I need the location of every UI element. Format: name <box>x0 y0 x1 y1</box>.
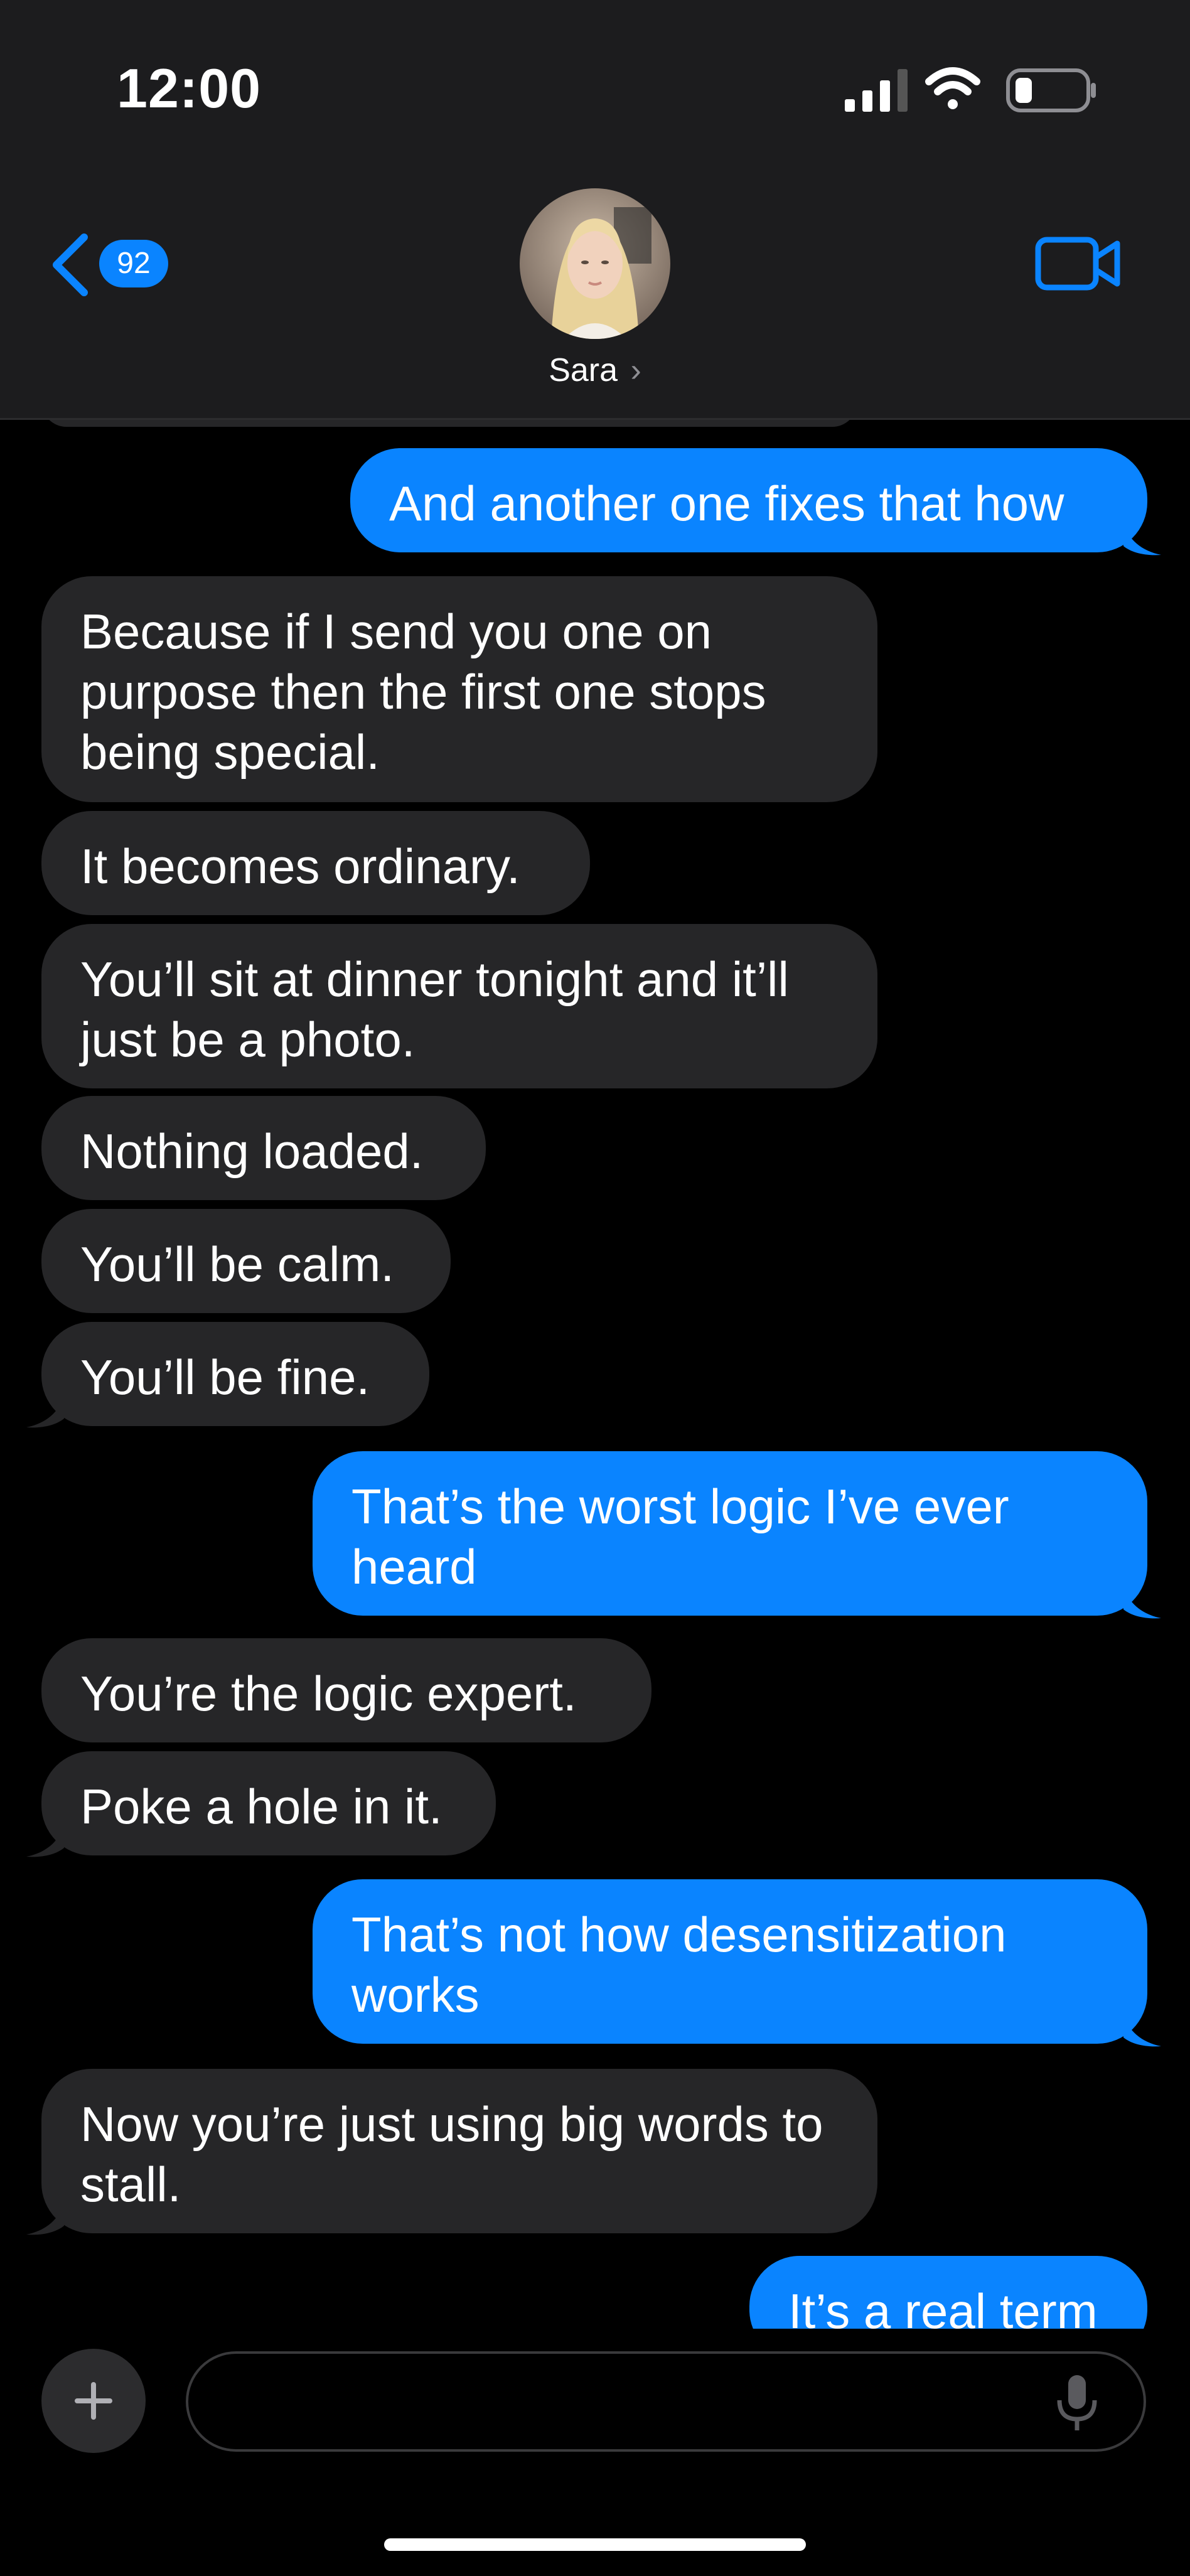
message-text: You’ll be fine. <box>80 1350 370 1405</box>
bubble-tail <box>1123 521 1161 555</box>
bubble-tail <box>26 2201 64 2235</box>
unread-count-badge: 92 <box>99 240 168 287</box>
video-camera-icon[interactable] <box>1034 232 1122 295</box>
message-bubble-sent[interactable]: That’s not how desensitization works <box>313 1879 1147 2044</box>
microphone-icon[interactable] <box>1052 2371 1102 2434</box>
message-text: That’s the worst logic I’ve ever heard <box>351 1479 1009 1594</box>
header-divider <box>0 418 1190 420</box>
plus-button[interactable] <box>41 2349 146 2453</box>
plus-icon <box>75 2382 112 2420</box>
message-text: You’ll sit at dinner tonight and it’ll j… <box>80 952 789 1067</box>
message-bubble-sent[interactable]: That’s the worst logic I’ve ever heard <box>313 1451 1147 1616</box>
bubble-tail <box>1123 2012 1161 2047</box>
message-input[interactable] <box>186 2351 1146 2452</box>
wifi-icon <box>925 67 980 109</box>
message-text: You’ll be calm. <box>80 1237 395 1292</box>
message-text: Nothing loaded. <box>80 1124 424 1179</box>
message-bubble-received[interactable]: Nothing loaded. <box>41 1096 486 1200</box>
back-chevron-icon <box>53 233 88 296</box>
message-bubble-received[interactable]: Because if I send you one on purpose the… <box>41 576 877 802</box>
bubble-tail <box>1123 1584 1161 1619</box>
home-indicator[interactable] <box>384 2538 806 2551</box>
message-bubble-received[interactable]: You’re the logic expert. <box>41 1638 651 1742</box>
message-text: Poke a hole in it. <box>80 1779 442 1834</box>
message-bubble-sent[interactable]: And another one fixes that how <box>350 448 1147 552</box>
message-text: Now you’re just using big words to stall… <box>80 2096 823 2212</box>
status-icons <box>845 67 1096 112</box>
message-bubble-received[interactable]: Poke a hole in it. <box>41 1751 496 1855</box>
message-bubble-received[interactable]: It becomes ordinary. <box>41 811 590 915</box>
message-bubble-received[interactable]: You’ll be fine. <box>41 1322 429 1426</box>
battery-icon <box>1006 68 1096 112</box>
avatar[interactable] <box>520 188 670 339</box>
message-text: It becomes ordinary. <box>80 839 520 894</box>
bubble-tail <box>26 1823 64 1857</box>
back-button[interactable]: 92 <box>49 226 174 301</box>
chevron-right-icon: › <box>630 352 641 389</box>
message-bubble-received[interactable]: You’ll sit at dinner tonight and it’ll j… <box>41 924 877 1088</box>
status-time: 12:00 <box>117 57 262 119</box>
message-text: And another one fixes that how <box>389 476 1064 531</box>
contact-name: Sara <box>549 352 618 389</box>
contact-name-button[interactable]: Sara › <box>0 352 1190 389</box>
message-text: You’re the logic expert. <box>80 1666 577 1721</box>
bubble-tail <box>26 1393 64 1428</box>
message-bubble-received[interactable]: Now you’re just using big words to stall… <box>41 2069 877 2233</box>
message-text: That’s not how desensitization works <box>351 1907 1007 2022</box>
signal-icon <box>845 69 908 112</box>
message-text: Because if I send you one on purpose the… <box>80 604 766 780</box>
message-bubble-received[interactable]: You’ll be calm. <box>41 1209 451 1313</box>
avatar-image <box>520 188 670 339</box>
